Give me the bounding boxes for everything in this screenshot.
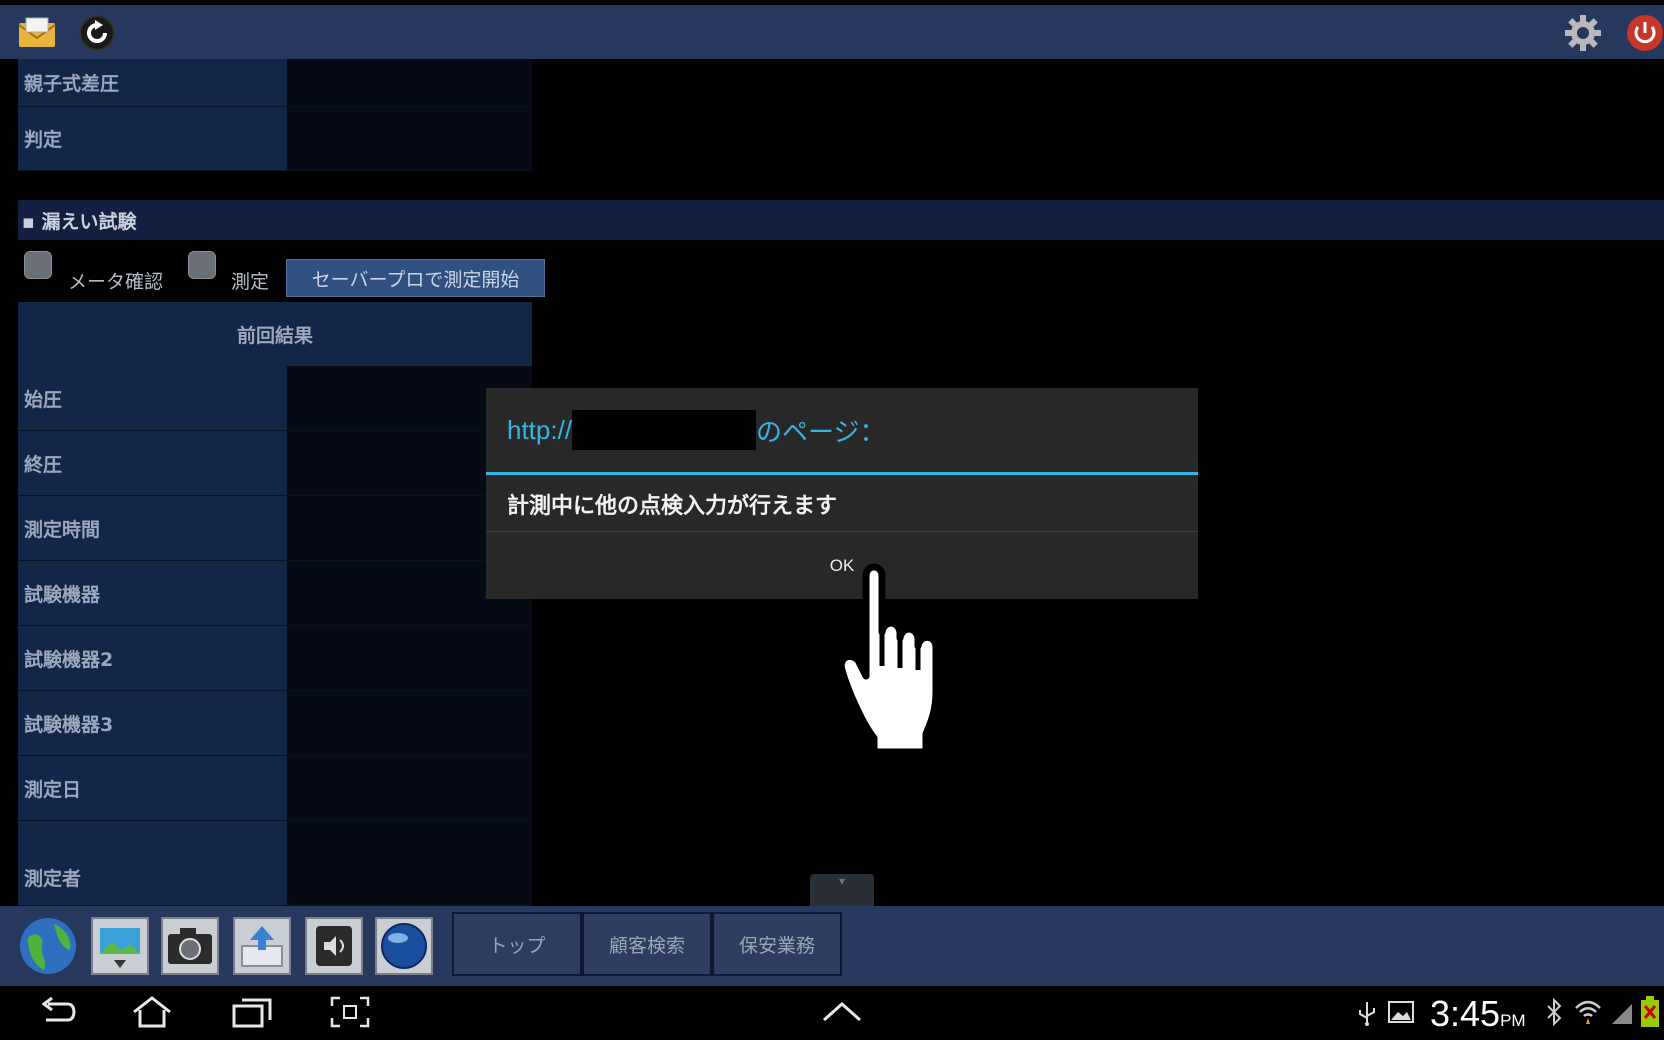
recent-apps-icon[interactable] <box>230 996 274 1028</box>
row-label: 測定時間 <box>18 496 286 560</box>
row-value[interactable] <box>286 756 532 820</box>
row-measure-date: 測定日 <box>18 756 532 821</box>
row-measure-time: 測定時間 <box>18 496 532 561</box>
tab-customer-search[interactable]: 顧客検索 <box>582 912 712 976</box>
row-label: 測定日 <box>18 756 286 820</box>
back-icon[interactable] <box>38 996 82 1028</box>
upload-icon[interactable] <box>232 916 292 976</box>
row-label: 試験機器2 <box>18 626 286 690</box>
row-start-pressure: 始圧 <box>18 366 532 431</box>
row-hantei: 判定 <box>18 107 532 171</box>
section-title: ▪ 漏えい試験 <box>18 200 1664 240</box>
tab-security-work[interactable]: 保安業務 <box>712 912 842 976</box>
dialog-title-prefix: http:// <box>507 414 573 445</box>
bluetooth-icon <box>1547 998 1562 1026</box>
system-nav-bar <box>0 986 1664 1040</box>
meter-check-label: メータ確認 <box>68 271 164 293</box>
scroll-down-handle[interactable]: ▾ <box>810 874 874 906</box>
meter-check-checkbox[interactable] <box>24 251 52 279</box>
row-value[interactable] <box>286 691 532 755</box>
clock-ampm: PM <box>1500 1011 1526 1030</box>
row-test-device-3: 試験機器3 <box>18 691 532 756</box>
row-test-device-2: 試験機器2 <box>18 626 532 691</box>
wifi-icon <box>1575 1000 1601 1024</box>
slides-icon[interactable] <box>90 916 150 976</box>
pointing-hand-icon <box>838 563 940 756</box>
row-label: 判定 <box>18 107 286 170</box>
tab-top[interactable]: トップ <box>452 912 582 976</box>
dialog-message: 計測中に他の点検入力が行えます <box>507 494 838 519</box>
dialog-divider <box>486 472 1198 475</box>
signal-icon <box>1612 1004 1632 1024</box>
power-icon[interactable] <box>1626 14 1664 52</box>
globe-icon[interactable] <box>18 916 78 976</box>
row-oyako-sa-atsu: 親子式差圧 <box>18 59 532 107</box>
row-value[interactable] <box>286 821 532 905</box>
gear-icon[interactable] <box>1564 14 1602 52</box>
redacted-host <box>572 410 757 450</box>
row-label: 終圧 <box>18 431 286 495</box>
volume-icon[interactable] <box>304 916 364 976</box>
row-test-device: 試験機器 <box>18 561 532 626</box>
chevron-up-icon[interactable] <box>820 1000 864 1024</box>
top-app-bar <box>0 5 1664 59</box>
gallery-icon <box>1388 1001 1414 1023</box>
row-value[interactable] <box>286 626 532 690</box>
usb-icon <box>1359 1002 1375 1026</box>
clock-time: 3:45 <box>1430 993 1501 1034</box>
prev-results-header: 前回結果 <box>18 302 532 366</box>
status-clock: 3:45PM <box>1430 993 1526 1035</box>
row-value[interactable] <box>286 59 532 106</box>
screenshot-icon[interactable] <box>330 996 370 1028</box>
refresh-icon[interactable] <box>78 14 116 52</box>
battery-icon <box>1641 996 1659 1027</box>
dialog-title: http:// のページ： <box>486 388 1198 472</box>
world-icon[interactable] <box>374 916 434 976</box>
mail-icon[interactable] <box>18 14 56 52</box>
row-measurer: 測定者 <box>18 821 532 906</box>
dialog-title-suffix: のページ： <box>756 416 886 447</box>
row-value[interactable] <box>286 107 532 170</box>
row-end-pressure: 終圧 <box>18 431 532 496</box>
row-label: 試験機器3 <box>18 691 286 755</box>
measure-checkbox[interactable] <box>188 251 216 279</box>
row-label: 親子式差圧 <box>18 59 286 106</box>
row-label: 始圧 <box>18 366 286 430</box>
row-label: 試験機器 <box>18 561 286 625</box>
camera-icon[interactable] <box>160 916 220 976</box>
start-measure-button[interactable]: セーバープロで測定開始 <box>286 259 545 297</box>
home-icon[interactable] <box>130 996 174 1028</box>
measure-label: 測定 <box>231 271 270 293</box>
row-label: 測定者 <box>18 821 286 905</box>
